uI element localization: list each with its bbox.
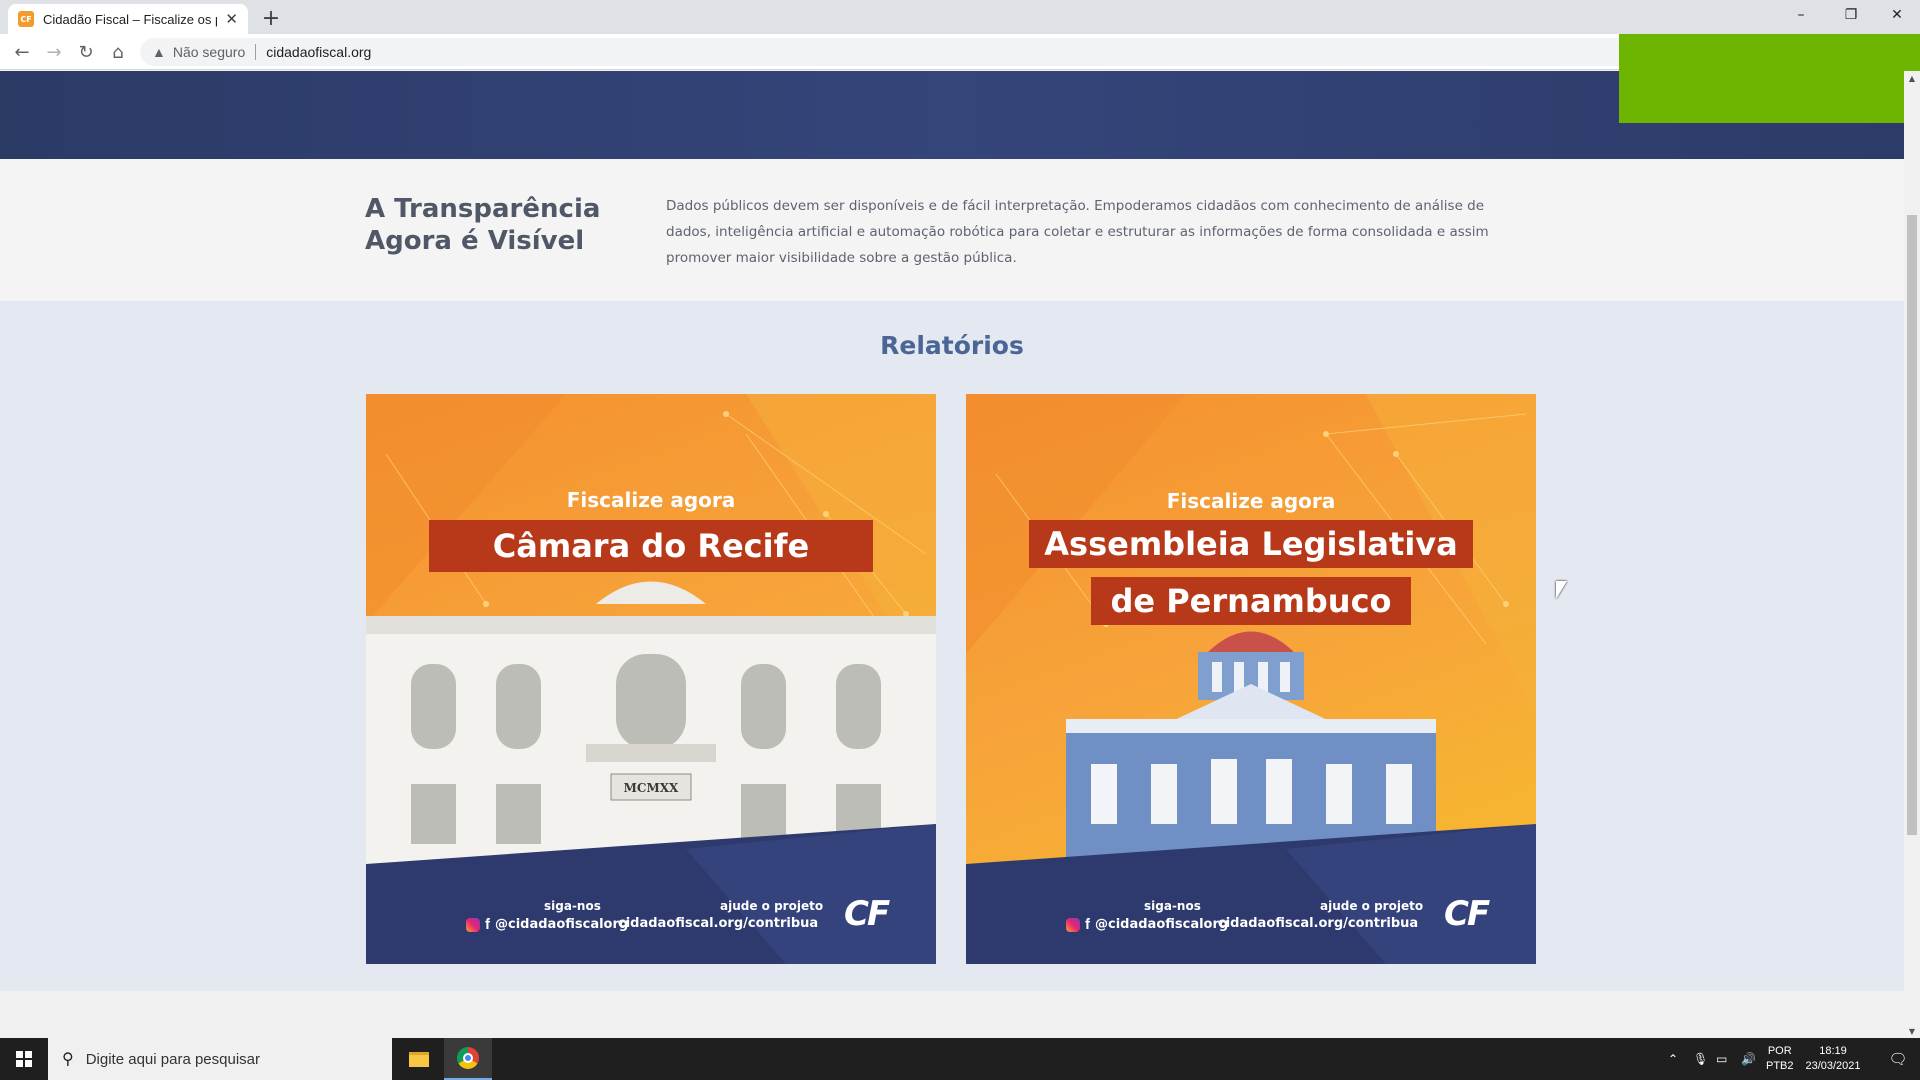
url-text[interactable]: cidadaofiscal.org (266, 44, 371, 60)
language-code: POR (1767, 1045, 1792, 1057)
intro-text: Dados públicos devem ser disponíveis e d… (666, 198, 1489, 266)
floating-green-widget[interactable] (1619, 34, 1920, 123)
card-banner-line-2: de Pernambuco (1091, 577, 1411, 625)
mouse-cursor-icon (1556, 581, 1567, 599)
keyboard-layout: PTB2 (1766, 1060, 1794, 1072)
chrome-icon[interactable] (444, 1038, 492, 1080)
help-url: cidadaofiscal.org/contribua (1218, 916, 1419, 931)
forward-arrow-icon[interactable]: → (40, 38, 68, 66)
card-banner: Câmara do Recife (429, 520, 873, 572)
show-hidden-icons-icon[interactable]: ⌃ (1668, 1038, 1678, 1080)
network-icon[interactable]: ▭ (1716, 1038, 1727, 1080)
handle-text: @cidadaofiscalorg (495, 917, 629, 932)
reports-section: Relatórios MCMXX Fiscalize agora Câmara … (0, 301, 1904, 991)
minimize-window-button[interactable]: – (1778, 0, 1824, 30)
page-viewport: A Transparência Agora é Visível Dados pú… (0, 71, 1904, 1038)
tab-title: Cidadão Fiscal – Fiscalize os polít (43, 11, 217, 27)
follow-label: siga-nos (544, 899, 601, 913)
home-icon[interactable]: ⌂ (104, 38, 132, 66)
microphone-icon[interactable]: 🎙 (1693, 1038, 1708, 1080)
security-label[interactable]: Não seguro (173, 44, 245, 60)
close-window-button[interactable]: ✕ (1874, 0, 1920, 30)
warning-icon: ▲ (152, 44, 166, 60)
card-kicker: Fiscalize agora (566, 488, 736, 512)
card-network-graphic (966, 394, 1536, 964)
scroll-down-arrow-icon[interactable]: ▼ (1904, 1024, 1920, 1038)
tab-close-icon[interactable]: ✕ (225, 10, 238, 28)
social-handle: f @cidadaofiscalorg (1066, 916, 1228, 933)
reports-title: Relatórios (880, 331, 1024, 360)
follow-label: siga-nos (1144, 899, 1201, 913)
input-language[interactable]: POR PTB2 (1766, 1044, 1794, 1074)
search-icon: ⚲ (62, 1051, 74, 1068)
file-explorer-icon[interactable] (395, 1038, 443, 1080)
instagram-icon (1066, 917, 1080, 932)
taskbar-clock[interactable]: 18:19 23/03/2021 (1798, 1044, 1868, 1074)
clock-date: 23/03/2021 (1805, 1060, 1861, 1072)
facebook-icon: f (485, 916, 490, 933)
site-favicon-icon: CF (18, 11, 34, 27)
instagram-icon (466, 917, 480, 932)
social-handle: f @cidadaofiscalorg (466, 916, 628, 933)
card-banner-line-1: Assembleia Legislativa (1029, 520, 1473, 568)
card-network-graphic: MCMXX (366, 394, 936, 964)
handle-text: @cidadaofiscalorg (1095, 917, 1229, 932)
notification-center-icon[interactable]: 🗨 (1876, 1038, 1920, 1080)
reload-icon[interactable]: ↻ (72, 38, 100, 66)
back-arrow-icon[interactable]: ← (8, 38, 36, 66)
volume-icon[interactable]: 🔊 (1741, 1038, 1756, 1080)
address-separator (255, 44, 257, 60)
help-label: ajude o projeto (1320, 899, 1424, 913)
windows-taskbar: ⚲ Digite aqui para pesquisar ⌃ 🎙 ▭ 🔊 POR… (0, 1038, 1920, 1080)
scrollbar-thumb[interactable] (1907, 215, 1917, 835)
cf-logo: CF (1444, 894, 1490, 934)
intro-section: A Transparência Agora é Visível Dados pú… (0, 159, 1904, 301)
restore-window-button[interactable]: ❐ (1828, 0, 1874, 30)
taskbar-search[interactable]: ⚲ Digite aqui para pesquisar (48, 1038, 392, 1080)
report-card-camara-recife[interactable]: MCMXX Fiscalize agora Câmara do Recife s… (366, 394, 936, 964)
browser-tab[interactable]: CF Cidadão Fiscal – Fiscalize os polít ✕ (8, 4, 248, 34)
page-scrollbar[interactable]: ▲ ▼ (1904, 71, 1920, 1038)
taskbar-search-placeholder: Digite aqui para pesquisar (85, 1050, 260, 1068)
help-url: cidadaofiscal.org/contribua (618, 916, 819, 931)
building-inscription: MCMXX (624, 781, 679, 795)
facebook-icon: f (1085, 916, 1090, 933)
address-bar[interactable]: ▲ Não seguro cidadaofiscal.org (140, 38, 1780, 66)
help-label: ajude o projeto (720, 899, 824, 913)
clock-time: 18:19 (1819, 1045, 1847, 1057)
card-kicker: Fiscalize agora (1166, 489, 1336, 513)
start-button[interactable] (0, 1038, 48, 1080)
report-card-assembleia-pe[interactable]: Fiscalize agora Assembleia Legislativa d… (966, 394, 1536, 964)
scroll-up-arrow-icon[interactable]: ▲ (1904, 71, 1920, 85)
browser-tab-strip: CF Cidadão Fiscal – Fiscalize os polít ✕… (0, 0, 1920, 34)
cf-logo: CF (844, 894, 890, 934)
intro-title: A Transparência Agora é Visível (365, 194, 601, 256)
windows-logo-icon (16, 1051, 32, 1067)
new-tab-button[interactable]: + (258, 5, 284, 31)
